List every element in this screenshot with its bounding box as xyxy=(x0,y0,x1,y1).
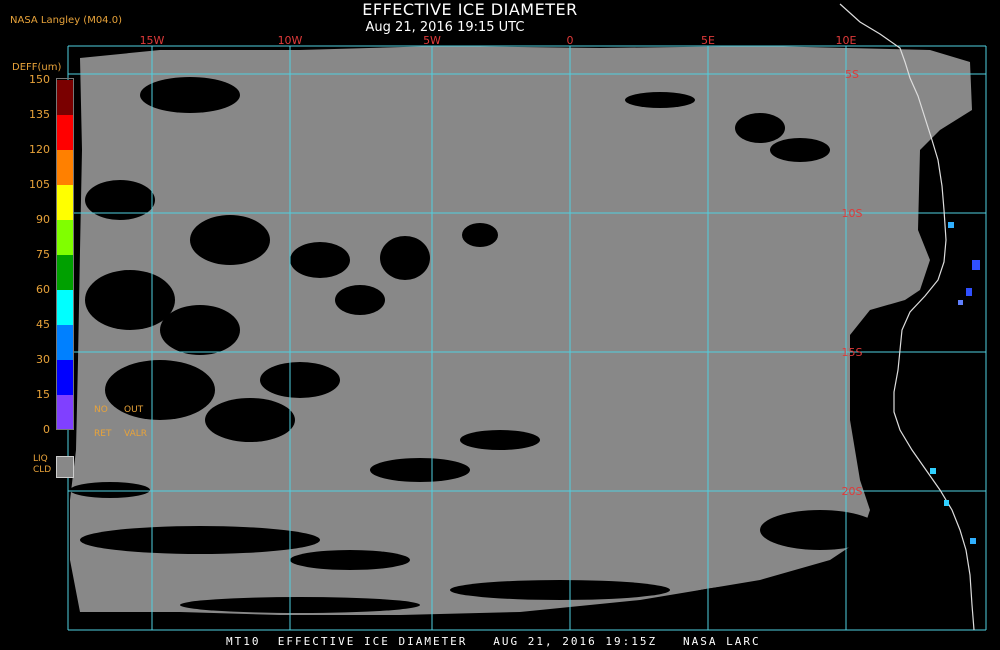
legend-tick-label: 60 xyxy=(36,283,50,296)
longitude-label: 10E xyxy=(836,34,857,47)
latitude-label: 15S xyxy=(842,346,863,359)
legend-tick-label: 135 xyxy=(29,108,50,121)
legend-liq-label: LIQ xyxy=(33,454,48,464)
legend-out-label: OUT xyxy=(124,405,144,415)
longitude-label: 0 xyxy=(567,34,574,47)
colorbar-frame xyxy=(56,78,74,430)
legend-tick-label: 120 xyxy=(29,143,50,156)
longitude-label: 5E xyxy=(701,34,715,47)
legend-cld-label: CLD xyxy=(33,465,52,475)
legend-tick-label: 105 xyxy=(29,178,50,191)
legend-tick-label: 0 xyxy=(43,423,50,436)
satellite-image-view: NASA Langley (M04.0) EFFECTIVE ICE DIAME… xyxy=(0,0,1000,650)
legend-tick-label: 15 xyxy=(36,388,50,401)
legend-tick-label: 150 xyxy=(29,73,50,86)
legend-tick-label: 30 xyxy=(36,353,50,366)
legend-tick-label: 75 xyxy=(36,248,50,261)
legend-liquid-cloud-swatch xyxy=(56,456,74,478)
legend-ret-label: RET xyxy=(94,429,112,439)
latitude-label: 5S xyxy=(845,68,859,81)
latitude-label: 20S xyxy=(842,485,863,498)
legend-valr-label: VALR xyxy=(124,429,148,439)
legend-tick-label: 90 xyxy=(36,213,50,226)
longitude-labels: 15W 10W 5W 0 5E 10E xyxy=(140,34,857,47)
map-panel: 15W 10W 5W 0 5E 10E 5S 10S 15S 20S xyxy=(67,3,987,631)
legend-no-label: NO xyxy=(94,405,108,415)
latitude-label: 10S xyxy=(842,207,863,220)
legend-title: DEFF(um) xyxy=(12,62,62,73)
legend-tick-label: 45 xyxy=(36,318,50,331)
longitude-label: 10W xyxy=(278,34,303,47)
longitude-label: 15W xyxy=(140,34,165,47)
longitude-label: 5W xyxy=(423,34,441,47)
footer-caption: MT10 EFFECTIVE ICE DIAMETER AUG 21, 2016… xyxy=(226,635,761,648)
